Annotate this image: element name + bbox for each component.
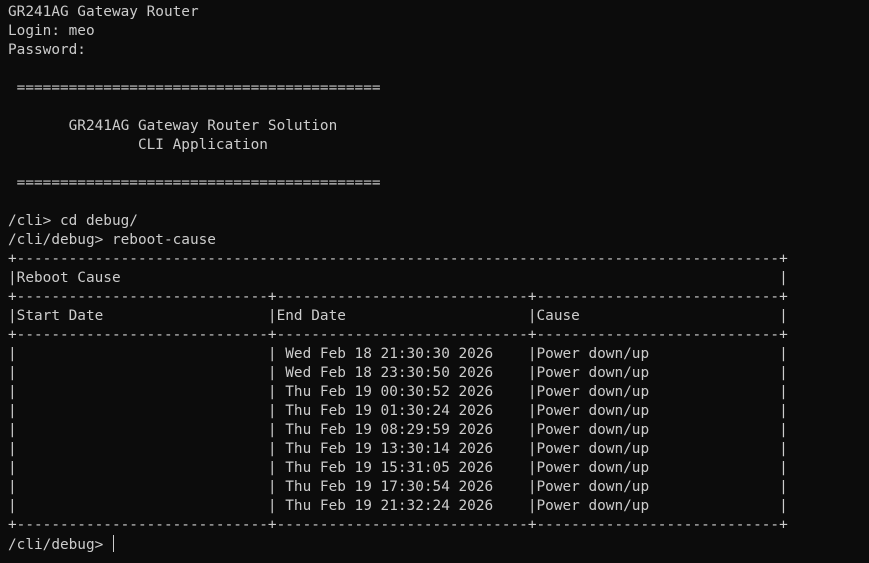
terminal-line: | | Thu Feb 19 13:30:14 2026 |Power down… — [8, 441, 788, 457]
terminal-line: |Reboot Cause | — [8, 270, 788, 286]
terminal-line: | | Thu Feb 19 00:30:52 2026 |Power down… — [8, 384, 788, 400]
terminal-line: | | Thu Feb 19 08:29:59 2026 |Power down… — [8, 422, 788, 438]
terminal-line: | | Thu Feb 19 21:32:24 2026 |Power down… — [8, 498, 788, 514]
terminal-line: GR241AG Gateway Router Solution — [8, 118, 338, 134]
terminal-line: | | Wed Feb 18 21:30:30 2026 |Power down… — [8, 346, 788, 362]
terminal-line: ========================================… — [8, 80, 381, 96]
terminal-line: /cli> cd debug/ — [8, 213, 138, 229]
terminal-line: CLI Application — [8, 137, 268, 153]
terminal-line: Login: meo — [8, 23, 95, 39]
terminal-line: +---------------------------------------… — [8, 251, 788, 267]
terminal-window[interactable]: GR241AG Gateway Router Login: meo Password… — [8, 3, 863, 559]
terminal-line: +-----------------------------+---------… — [8, 289, 788, 305]
terminal-line: | | Wed Feb 18 23:30:50 2026 |Power down… — [8, 365, 788, 381]
terminal-line: |Start Date |End Date |Cause | — [8, 308, 788, 324]
terminal-output: GR241AG Gateway Router Login: meo Password… — [8, 3, 863, 535]
terminal-line: Password: — [8, 42, 86, 58]
terminal-line: /cli/debug> reboot-cause — [8, 232, 216, 248]
terminal-line: | | Thu Feb 19 01:30:24 2026 |Power down… — [8, 403, 788, 419]
terminal-line: ========================================… — [8, 175, 381, 191]
command-prompt-line[interactable]: /cli/debug> — [8, 535, 863, 554]
command-prompt: /cli/debug> — [8, 537, 112, 553]
terminal-line: GR241AG Gateway Router — [8, 4, 199, 20]
text-cursor — [112, 535, 115, 552]
terminal-line: | | Thu Feb 19 17:30:54 2026 |Power down… — [8, 479, 788, 495]
terminal-line: | | Thu Feb 19 15:31:05 2026 |Power down… — [8, 460, 788, 476]
terminal-line: +-----------------------------+---------… — [8, 517, 788, 533]
terminal-line: +-----------------------------+---------… — [8, 327, 788, 343]
